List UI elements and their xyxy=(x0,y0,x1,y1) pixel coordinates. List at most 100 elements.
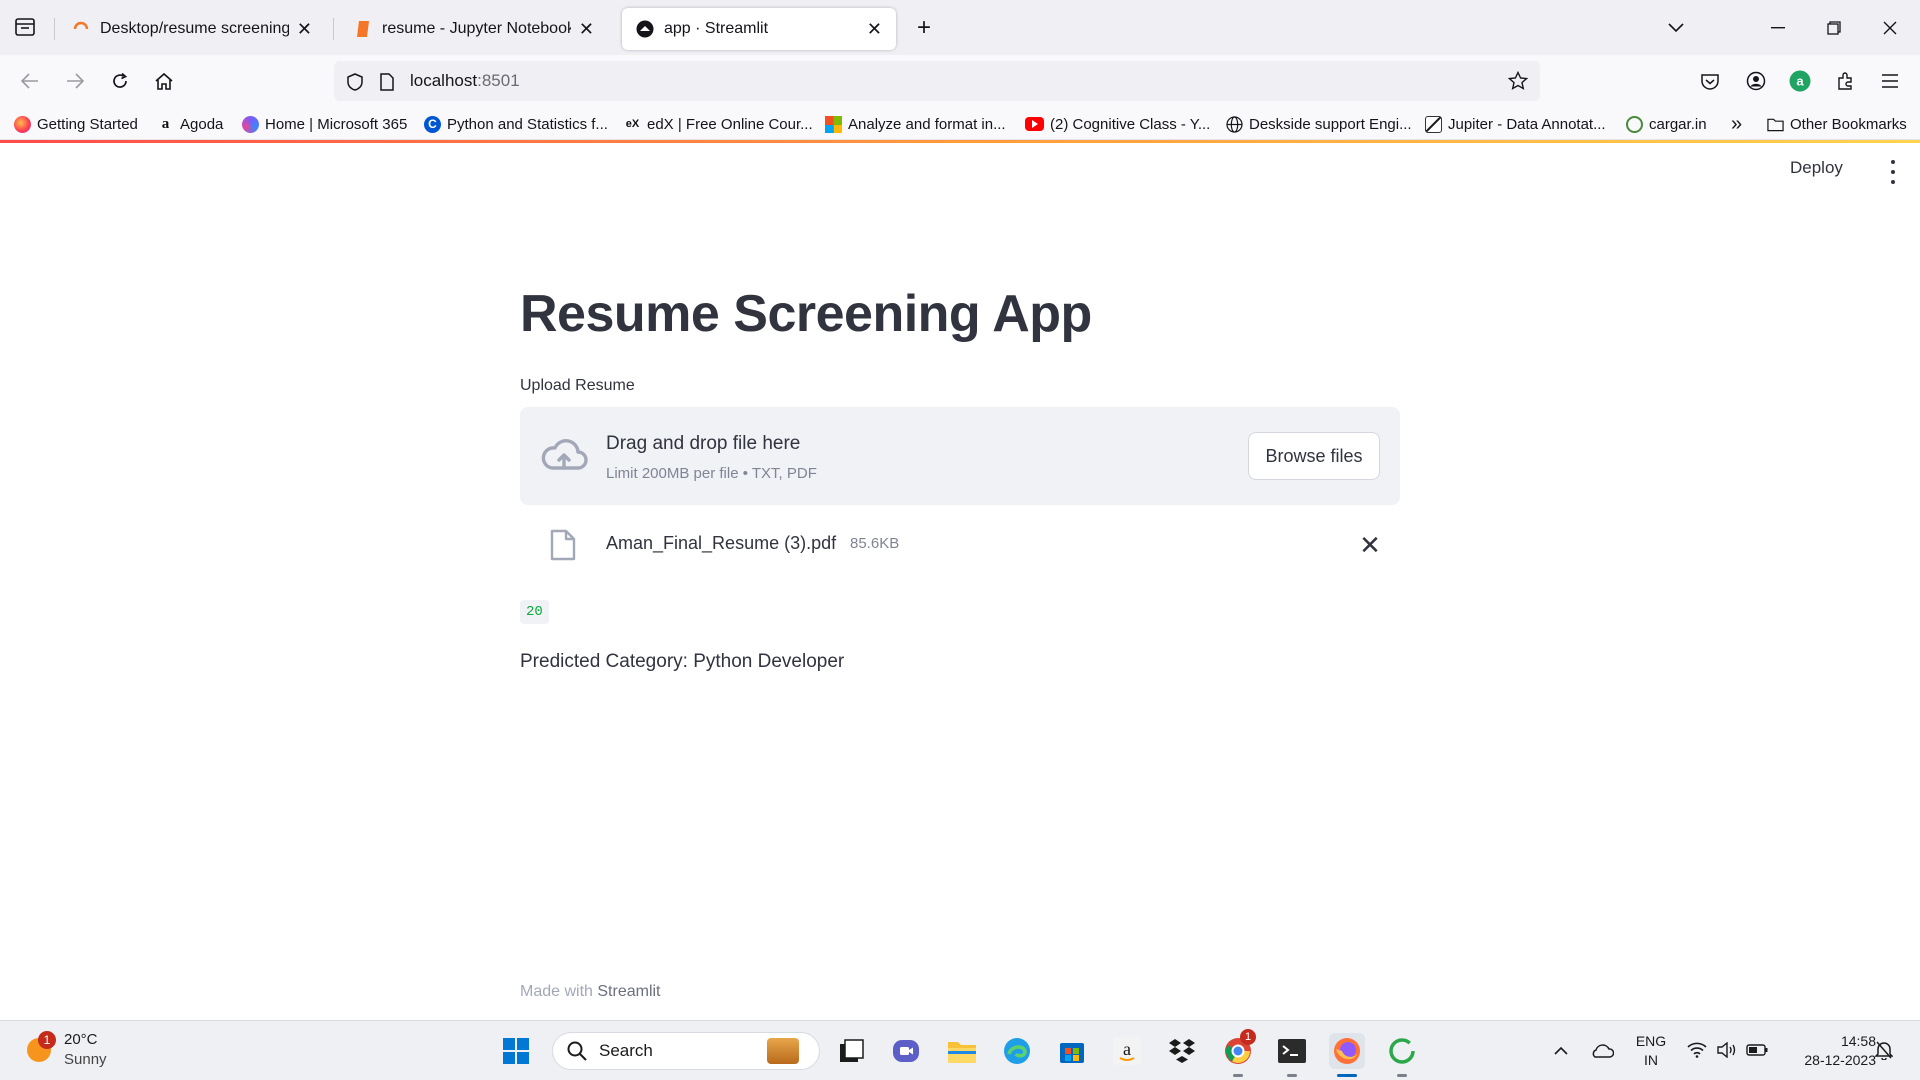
minimize-icon[interactable] xyxy=(1764,14,1792,42)
browser-nav-bar: localhost:8501 a xyxy=(0,55,1920,107)
restore-icon[interactable] xyxy=(1820,14,1848,42)
close-tab-icon[interactable]: ✕ xyxy=(579,19,594,40)
amazon-icon: a xyxy=(161,115,170,132)
url-text[interactable]: localhost:8501 xyxy=(410,71,520,91)
main-menu-icon[interactable] xyxy=(1883,160,1903,184)
notification-bell-icon[interactable] xyxy=(1872,1039,1896,1061)
amazon-icon[interactable]: a xyxy=(1109,1033,1145,1069)
reload-icon[interactable] xyxy=(106,67,134,95)
lang-bottom[interactable]: IN xyxy=(1633,1051,1669,1069)
wifi-icon[interactable] xyxy=(1685,1039,1709,1061)
dropbox-icon[interactable] xyxy=(1164,1033,1200,1069)
page-title: Resume Screening App xyxy=(520,285,1092,343)
file-explorer-icon[interactable] xyxy=(944,1033,980,1069)
ms-store-icon[interactable] xyxy=(1054,1033,1090,1069)
task-view-icon[interactable] xyxy=(834,1033,870,1069)
lang-top[interactable]: ENG xyxy=(1633,1032,1669,1050)
address-bar[interactable]: localhost:8501 xyxy=(334,61,1540,101)
bookmark-cargar[interactable]: cargar.in xyxy=(1626,113,1707,135)
close-tab-icon[interactable]: ✕ xyxy=(297,19,312,40)
file-icon xyxy=(550,529,576,561)
file-dropzone[interactable]: Drag and drop file here Limit 200MB per … xyxy=(520,407,1400,505)
onedrive-icon[interactable] xyxy=(1588,1039,1616,1061)
uploaded-file-name: Aman_Final_Resume (3).pdf xyxy=(606,533,837,553)
shield-icon[interactable] xyxy=(344,71,366,93)
search-placeholder: Search xyxy=(599,1041,653,1060)
tab-streamlit-app[interactable]: app · Streamlit ✕ xyxy=(622,8,896,50)
new-tab-button[interactable]: + xyxy=(910,14,938,42)
chevron-down-icon[interactable] xyxy=(1662,14,1690,42)
bookmark-cognitive-class[interactable]: (2) Cognitive Class - Y... xyxy=(1025,113,1210,135)
remove-file-button[interactable]: ✕ xyxy=(1356,530,1384,560)
weather-temp[interactable]: 20°C xyxy=(64,1031,98,1049)
show-hidden-icons[interactable] xyxy=(1550,1039,1572,1061)
weather-badge: 1 xyxy=(38,1031,56,1049)
teams-chat-icon[interactable] xyxy=(888,1033,924,1069)
terminal-icon[interactable] xyxy=(1274,1033,1310,1077)
bookmark-agoda[interactable]: a Agoda xyxy=(157,113,224,135)
browse-files-button[interactable]: Browse files xyxy=(1248,432,1380,480)
url-port: :8501 xyxy=(477,71,520,90)
close-window-icon[interactable] xyxy=(1876,14,1904,42)
forward-icon[interactable] xyxy=(61,67,89,95)
back-icon[interactable] xyxy=(16,67,44,95)
deploy-button[interactable]: Deploy xyxy=(1790,158,1843,178)
briefcase-icon xyxy=(767,1038,799,1064)
bookmark-label: (2) Cognitive Class - Y... xyxy=(1050,115,1211,133)
jupiter-icon xyxy=(1425,115,1442,133)
notebook-icon xyxy=(354,20,372,38)
start-icon[interactable] xyxy=(498,1033,534,1069)
tab-resume-app-folder[interactable]: Desktop/resume screening app/ ✕ xyxy=(58,8,326,50)
upload-label: Upload Resume xyxy=(520,377,635,394)
windows-taskbar: 1 20°C Sunny Search a 1 ENG IN 14:58 28-… xyxy=(0,1020,1920,1080)
footer-prefix: Made with xyxy=(520,983,598,1000)
bookmark-getting-started[interactable]: Getting Started xyxy=(14,113,138,135)
predicted-category: Predicted Category: Python Developer xyxy=(520,651,845,672)
cloud-upload-icon xyxy=(541,439,588,470)
bookmark-edx[interactable]: eX edX | Free Online Cour... xyxy=(624,113,813,135)
taskbar-search-input[interactable]: Search xyxy=(552,1032,820,1070)
coursera-icon: C xyxy=(424,115,441,133)
weather-desc[interactable]: Sunny xyxy=(64,1051,107,1069)
home-icon[interactable] xyxy=(150,67,178,95)
page-load-bar xyxy=(0,140,1920,143)
firefox-icon[interactable] xyxy=(1329,1033,1365,1077)
pocket-icon[interactable] xyxy=(1696,67,1724,95)
bookmark-label: Jupiter - Data Annotat... xyxy=(1448,115,1606,133)
streamlit-icon xyxy=(636,20,654,38)
tab-label: Desktop/resume screening app/ xyxy=(100,20,289,37)
other-bookmarks[interactable]: Other Bookmarks xyxy=(1767,113,1907,135)
clock-time[interactable]: 14:58 xyxy=(1780,1032,1876,1050)
clock-date[interactable]: 28-12-2023 xyxy=(1780,1051,1876,1069)
edx-icon: eX xyxy=(625,118,640,130)
tab-jupyter-notebook[interactable]: resume - Jupyter Notebook ✕ xyxy=(340,8,608,50)
chrome-badge: 1 xyxy=(1240,1029,1256,1045)
bookmark-deskside-support[interactable]: Deskside support Engi... xyxy=(1226,113,1412,135)
volume-icon[interactable] xyxy=(1715,1039,1739,1061)
browser-tab-bar: Desktop/resume screening app/ ✕ resume -… xyxy=(0,0,1920,55)
running-indicator xyxy=(1233,1074,1243,1077)
page-info-icon[interactable] xyxy=(376,71,398,93)
extensions-icon[interactable] xyxy=(1832,67,1860,95)
weather-sun-icon[interactable]: 1 xyxy=(24,1031,56,1065)
edge-icon[interactable] xyxy=(999,1033,1035,1069)
close-tab-icon[interactable]: ✕ xyxy=(867,19,882,40)
streamlit-link[interactable]: Streamlit xyxy=(597,983,660,1000)
svg-text:a: a xyxy=(1123,1039,1131,1059)
tab-list-icon[interactable] xyxy=(12,14,38,40)
menu-icon[interactable] xyxy=(1876,67,1904,95)
star-icon[interactable] xyxy=(1506,69,1530,93)
bookmark-label: Analyze and format in... xyxy=(848,115,1006,133)
tab-label: app · Streamlit xyxy=(664,20,769,37)
account-icon[interactable] xyxy=(1742,67,1770,95)
battery-icon[interactable] xyxy=(1745,1039,1769,1061)
chrome-icon[interactable]: 1 xyxy=(1220,1029,1256,1077)
bookmark-jupiter[interactable]: Jupiter - Data Annotat... xyxy=(1425,113,1606,135)
loading-circle-icon[interactable] xyxy=(1384,1033,1420,1077)
jupyter-loading-icon xyxy=(72,20,90,38)
extension-a-icon[interactable]: a xyxy=(1786,67,1814,95)
bookmark-microsoft-365[interactable]: Home | Microsoft 365 xyxy=(242,113,407,135)
bookmark-coursera[interactable]: C Python and Statistics f... xyxy=(424,113,608,135)
bookmark-analyze-format[interactable]: Analyze and format in... xyxy=(825,113,1006,135)
bookmarks-overflow-button[interactable]: » xyxy=(1731,113,1742,135)
